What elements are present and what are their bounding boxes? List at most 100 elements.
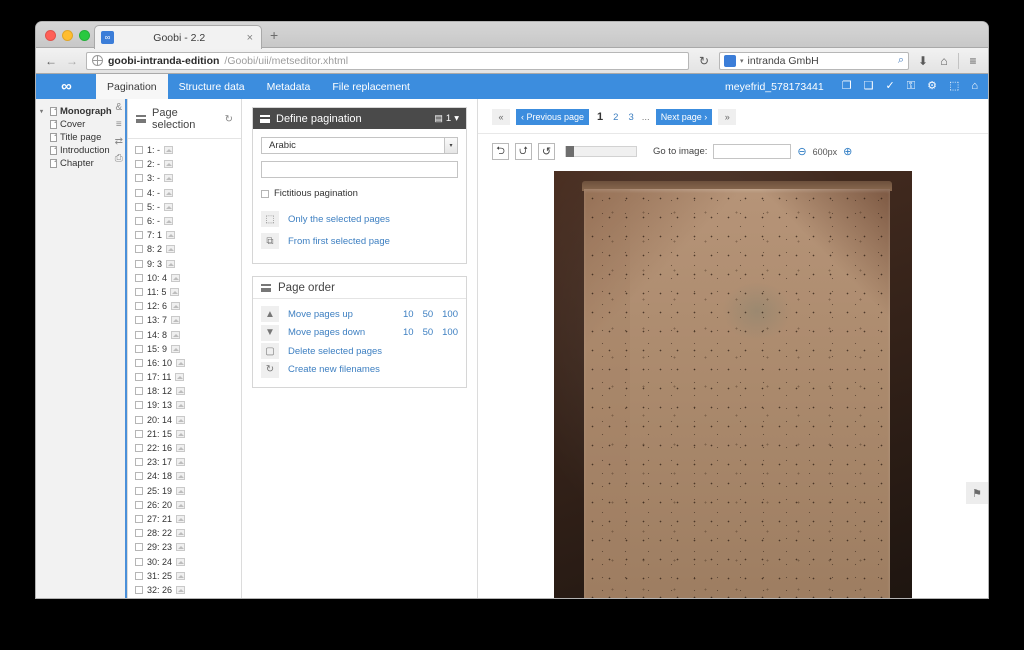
page-list-item[interactable]: 30: 24	[128, 554, 241, 568]
create-new-filenames-row[interactable]: ↻ Create new filenames	[261, 361, 458, 380]
page-list-item[interactable]: 22: 16	[128, 441, 241, 455]
save-icon[interactable]: ⬚	[949, 81, 959, 92]
fictitious-pagination-checkbox[interactable]	[261, 189, 269, 198]
menu-icon[interactable]	[260, 114, 270, 123]
page-list-item[interactable]: 5: -	[128, 200, 241, 214]
page-icon[interactable]: ⬚	[261, 211, 279, 227]
thumbnails-icon[interactable]: ❑	[864, 81, 874, 92]
page-thumbnail-icon[interactable]	[164, 160, 174, 169]
apply-from-first-selected-row[interactable]: ⧉ From first selected page	[261, 233, 458, 249]
page-checkbox[interactable]	[135, 146, 143, 155]
page-list-item[interactable]: 16: 10	[128, 356, 241, 370]
move-up-100[interactable]: 100	[442, 309, 458, 320]
search-icon[interactable]: ⌕	[898, 54, 904, 67]
page-checkbox[interactable]	[135, 373, 143, 382]
page-list-item[interactable]: 13: 7	[128, 313, 241, 327]
page-thumbnail-icon[interactable]	[176, 500, 186, 509]
reset-rotation-icon[interactable]: ↺	[538, 143, 555, 160]
zoom-slider-handle[interactable]	[566, 146, 574, 157]
copy-pages-icon[interactable]: ⧉	[261, 233, 279, 249]
page-list-item[interactable]: 25: 19	[128, 484, 241, 498]
page-checkbox[interactable]	[135, 444, 143, 453]
page-thumbnail-icon[interactable]	[166, 259, 176, 268]
page-list-item[interactable]: 9: 3	[128, 257, 241, 271]
page-thumbnail-icon[interactable]	[176, 557, 186, 566]
apply-only-selected-pages-row[interactable]: ⬚ Only the selected pages	[261, 211, 458, 227]
page-checkbox[interactable]	[135, 486, 143, 495]
page-list-item[interactable]: 6: -	[128, 214, 241, 228]
search-engine-icon[interactable]	[724, 54, 736, 67]
page-thumbnail-icon[interactable]	[176, 543, 186, 552]
page-list-item[interactable]: 3: -	[128, 171, 241, 185]
page-number-2[interactable]: 2	[611, 112, 620, 123]
print-icon[interactable]: ⎙	[115, 154, 123, 164]
reload-button[interactable]: ↻	[696, 54, 712, 68]
fictitious-pagination-row[interactable]: Fictitious pagination	[261, 188, 458, 199]
page-thumbnail-icon[interactable]	[164, 188, 174, 197]
page-thumbnail-icon[interactable]	[164, 146, 174, 155]
home-icon[interactable]: ⌂	[937, 54, 951, 68]
refresh-icon[interactable]: ↻	[261, 361, 279, 378]
book-cover-image[interactable]	[554, 171, 912, 598]
page-checkbox[interactable]	[135, 585, 143, 594]
page-checkbox[interactable]	[135, 557, 143, 566]
page-list-item[interactable]: 15: 9	[128, 342, 241, 356]
zoom-slider[interactable]	[565, 146, 637, 157]
images-icon[interactable]: ❐	[842, 81, 852, 92]
page-list-item[interactable]: 7: 1	[128, 228, 241, 242]
menu-icon[interactable]	[136, 115, 146, 123]
page-checkbox[interactable]	[135, 217, 143, 226]
goobi-logo[interactable]: ∞	[36, 74, 96, 99]
trash-icon[interactable]: ▢	[261, 343, 279, 360]
page-thumbnail-icon[interactable]	[176, 486, 186, 495]
page-list-item[interactable]: 32: 26	[128, 583, 241, 597]
search-input[interactable]: intranda GmbH	[748, 55, 894, 67]
apply-from-first-selected-link[interactable]: From first selected page	[288, 236, 390, 247]
page-thumbnail-icon[interactable]	[176, 358, 186, 367]
page-list-item[interactable]: 26: 20	[128, 498, 241, 512]
page-list-item[interactable]: 1: -	[128, 143, 241, 157]
chevron-down-icon[interactable]: ▾	[40, 108, 47, 115]
new-tab-button[interactable]: +	[270, 28, 278, 42]
move-pages-down-row[interactable]: ▼ Move pages down 10 50 100	[261, 324, 458, 343]
page-checkbox[interactable]	[135, 344, 143, 353]
chevron-down-icon[interactable]: ▾	[740, 57, 744, 65]
move-down-10[interactable]: 10	[403, 327, 414, 338]
chevron-up-icon[interactable]: ▲	[261, 306, 279, 323]
page-checkbox[interactable]	[135, 160, 143, 169]
page-thumbnail-icon[interactable]	[171, 273, 181, 282]
move-up-50[interactable]: 50	[423, 309, 434, 320]
page-thumbnail-icon[interactable]	[176, 415, 186, 424]
page-thumbnail-icon[interactable]	[166, 245, 176, 254]
page-list-item[interactable]: 2: -	[128, 157, 241, 171]
page-thumbnail-icon[interactable]	[171, 302, 181, 311]
tab-structure-data[interactable]: Structure data	[168, 74, 256, 99]
move-down-50[interactable]: 50	[423, 327, 434, 338]
page-number-3[interactable]: 3	[626, 112, 635, 123]
page-thumbnail-icon[interactable]	[176, 514, 186, 523]
first-page-button[interactable]: «	[492, 109, 510, 125]
page-checkbox[interactable]	[135, 415, 143, 424]
goto-image-input[interactable]	[713, 144, 792, 159]
delete-selected-pages-row[interactable]: ▢ Delete selected pages	[261, 342, 458, 361]
tab-pagination[interactable]: Pagination	[96, 74, 168, 99]
refresh-icon[interactable]: ↻	[225, 114, 233, 125]
browser-menu-icon[interactable]: ≡	[966, 54, 980, 68]
apply-only-selected-pages-link[interactable]: Only the selected pages	[288, 214, 390, 225]
page-list-item[interactable]: 17: 11	[128, 370, 241, 384]
page-checkbox[interactable]	[135, 231, 143, 240]
page-thumbnail-icon[interactable]	[164, 202, 174, 211]
page-checkbox[interactable]	[135, 571, 143, 580]
page-thumbnail-icon[interactable]	[176, 472, 186, 481]
rotate-left-icon[interactable]: ⮌	[492, 143, 509, 160]
pagination-style-select[interactable]: Arabic ▾	[261, 137, 458, 154]
page-thumbnail-icon[interactable]	[175, 373, 185, 382]
chevron-down-icon[interactable]: ▼	[261, 324, 279, 341]
move-pages-up-row[interactable]: ▲ Move pages up 10 50 100	[261, 305, 458, 324]
page-list-item[interactable]: 23: 17	[128, 455, 241, 469]
browser-tab[interactable]: ∞ Goobi - 2.2 ×	[94, 25, 262, 49]
menu-icon[interactable]	[261, 283, 271, 292]
page-checkbox[interactable]	[135, 174, 143, 183]
page-thumbnail-icon[interactable]	[176, 444, 186, 453]
page-list-item[interactable]: 28: 22	[128, 526, 241, 540]
